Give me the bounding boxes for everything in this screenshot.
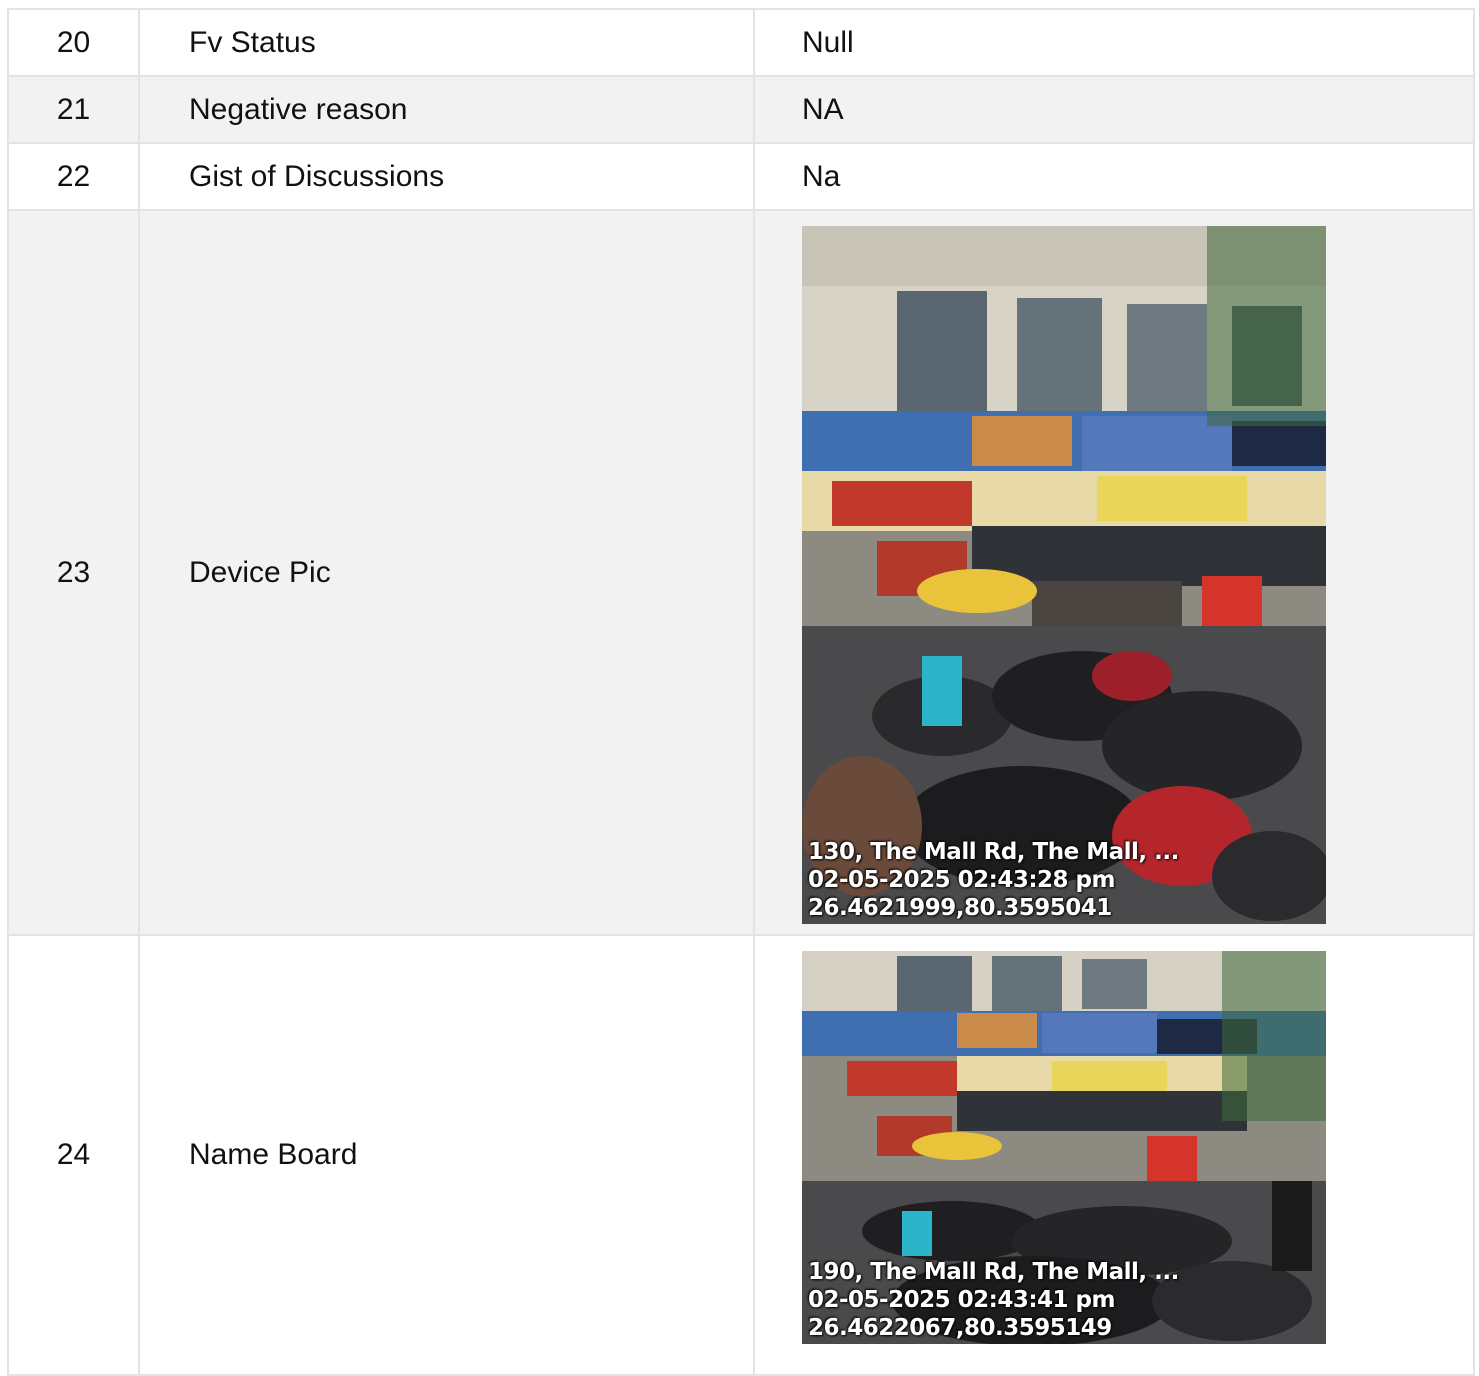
row-value: 190, The Mall Rd, The Mall, ... 02-05-20… <box>753 934 1475 1376</box>
row-label: Fv Status <box>138 8 755 77</box>
row-number: 20 <box>7 8 140 77</box>
stamp-address: 190, The Mall Rd, The Mall, ... <box>808 1259 1179 1285</box>
row-number: 23 <box>7 209 140 936</box>
row-value: 130, The Mall Rd, The Mall, ... 02-05-20… <box>753 209 1475 936</box>
row-number: 21 <box>7 75 140 144</box>
row-label: Negative reason <box>138 75 755 144</box>
table-row: 21 Negative reason NA <box>7 75 1475 144</box>
stamp-datetime: 02-05-2025 02:43:41 pm <box>808 1287 1115 1313</box>
details-table: 20 Fv Status Null 21 Negative reason NA … <box>7 8 1475 1376</box>
stamp-address: 130, The Mall Rd, The Mall, ... <box>808 838 1179 865</box>
row-label: Device Pic <box>138 209 755 936</box>
row-label: Name Board <box>138 934 755 1376</box>
table-row: 24 Name Board 190, The Mall Rd, The Mall… <box>7 934 1475 1376</box>
device-photo-image <box>802 225 1326 924</box>
row-value: NA <box>753 75 1475 144</box>
stamp-datetime: 02-05-2025 02:43:28 pm <box>808 866 1115 893</box>
photo-stamp: 130, The Mall Rd, The Mall, ... 02-05-20… <box>808 838 1179 922</box>
stamp-coordinates: 26.4621999,80.3595041 <box>808 894 1112 921</box>
stamp-coordinates: 26.4622067,80.3595149 <box>808 1315 1112 1341</box>
row-label: Gist of Discussions <box>138 142 755 211</box>
table-row: 23 Device Pic 130, The Mall Rd, The Mall… <box>7 209 1475 936</box>
photo-stamp: 190, The Mall Rd, The Mall, ... 02-05-20… <box>808 1258 1179 1342</box>
row-number: 22 <box>7 142 140 211</box>
table-row: 20 Fv Status Null <box>7 8 1475 77</box>
table-row: 22 Gist of Discussions Na <box>7 142 1475 211</box>
row-number: 24 <box>7 934 140 1376</box>
name-board-photo[interactable]: 190, The Mall Rd, The Mall, ... 02-05-20… <box>802 951 1326 1344</box>
row-value: Na <box>753 142 1475 211</box>
device-photo[interactable]: 130, The Mall Rd, The Mall, ... 02-05-20… <box>802 225 1326 924</box>
row-value: Null <box>753 8 1475 77</box>
